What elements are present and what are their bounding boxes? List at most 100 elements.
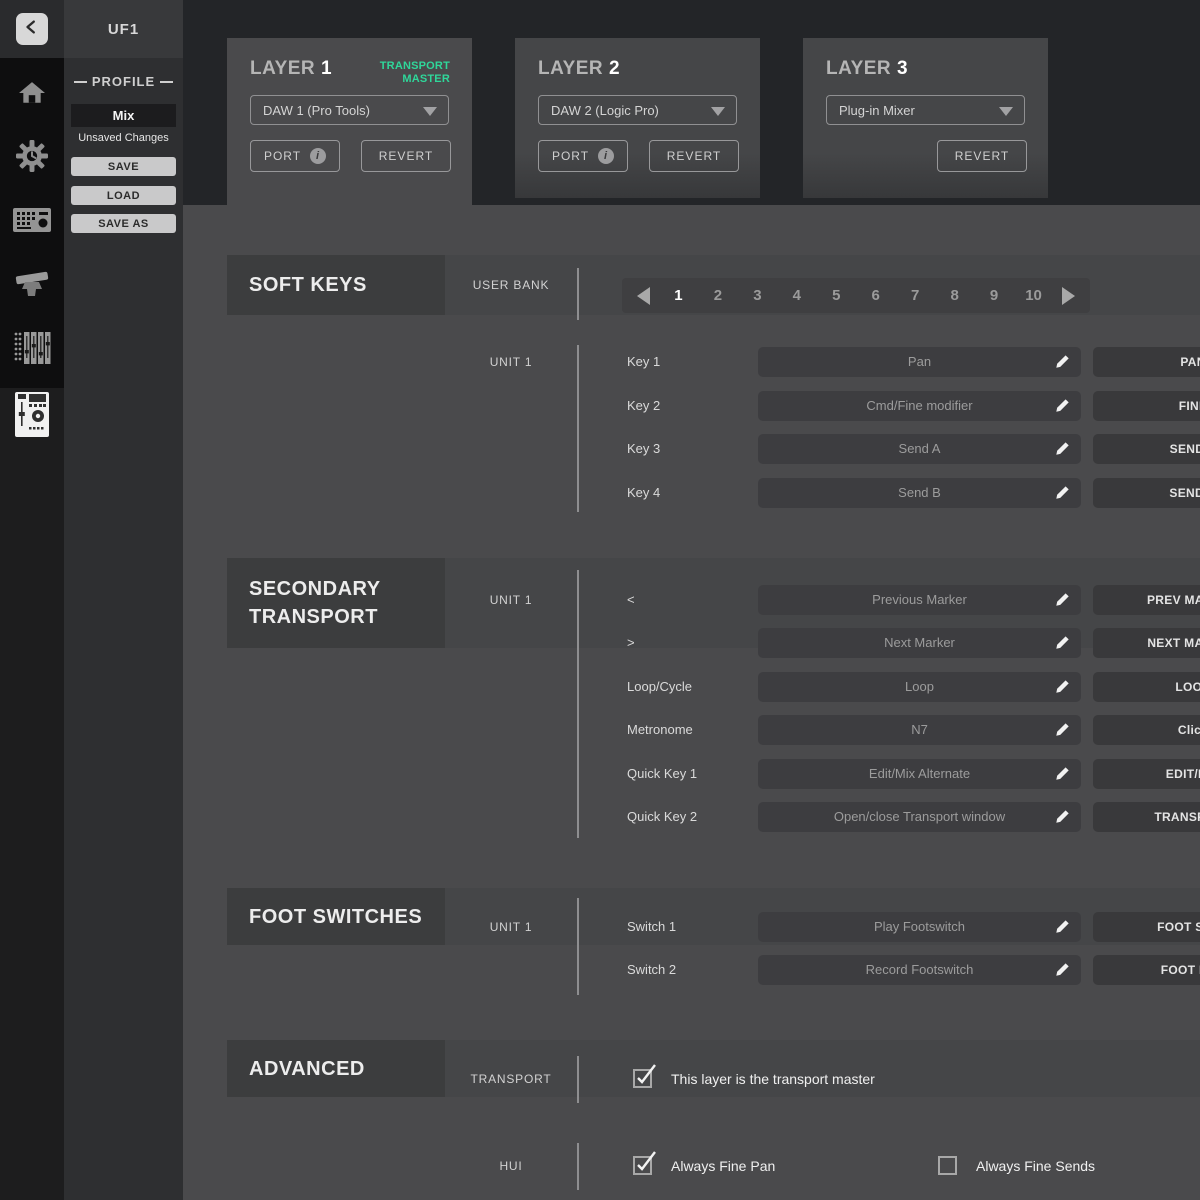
switch-1-value: Play Footswitch <box>758 912 1081 942</box>
sidebar-item-settings[interactable] <box>0 132 64 184</box>
key-label: Key 2 <box>627 391 660 421</box>
divider <box>577 570 579 838</box>
quick-key-1-value: Edit/Mix Alternate <box>758 759 1081 789</box>
bank-next-icon[interactable] <box>1062 287 1075 305</box>
edit-pencil-icon[interactable] <box>1055 592 1070 612</box>
profile-name-box[interactable]: Mix <box>71 104 176 127</box>
metronome-field[interactable]: N7 <box>758 715 1081 745</box>
layer-3-tab[interactable]: LAYER 3 Plug-in Mixer REVERT <box>803 38 1048 198</box>
switch-2-field[interactable]: Record Footswitch <box>758 955 1081 985</box>
bank-page-3[interactable]: 3 <box>746 287 768 304</box>
heading-dash-right <box>160 81 173 83</box>
key-4-display-label: SEND B <box>1093 478 1200 508</box>
edit-pencil-icon[interactable] <box>1055 354 1070 374</box>
always-fine-pan-checkbox[interactable] <box>633 1156 652 1175</box>
key-1-value: Pan <box>758 347 1081 377</box>
chevron-left-icon <box>23 18 41 41</box>
transport-master-checkbox[interactable] <box>633 1069 652 1088</box>
key-label: Key 4 <box>627 478 660 508</box>
edit-pencil-icon[interactable] <box>1055 635 1070 655</box>
key-3-assignment-field[interactable]: Send A <box>758 434 1081 464</box>
sidebar-item-uf1-selected[interactable] <box>15 392 49 437</box>
dropdown-caret-icon <box>999 107 1013 116</box>
switch-2-value: Record Footswitch <box>758 955 1081 985</box>
layer-2-tab[interactable]: LAYER 2 DAW 2 (Logic Pro) PORT i REVERT <box>515 38 760 198</box>
next-marker-field[interactable]: Next Marker <box>758 628 1081 658</box>
quick-key-1-display: EDIT/MIX <box>1093 759 1200 789</box>
key-label: Key 3 <box>627 434 660 464</box>
bank-page-6[interactable]: 6 <box>865 287 887 304</box>
back-button[interactable] <box>16 13 48 45</box>
info-icon[interactable]: i <box>310 148 326 164</box>
edit-pencil-icon[interactable] <box>1055 962 1070 982</box>
section-header-advanced: ADVANCED <box>227 1040 445 1097</box>
bank-page-7[interactable]: 7 <box>904 287 926 304</box>
save-as-button[interactable]: SAVE AS <box>71 214 176 233</box>
checkmark-icon <box>633 1063 659 1089</box>
layer-1-title: LAYER 1 <box>250 58 332 80</box>
foot-switches-unit-label: UNIT 1 <box>445 912 577 942</box>
layer-1-port-button[interactable]: PORT i <box>250 140 340 172</box>
prev-marker-value: Previous Marker <box>758 585 1081 615</box>
bank-page-1[interactable]: 1 <box>667 287 689 304</box>
always-fine-sends-checkbox[interactable] <box>938 1156 957 1175</box>
prev-marker-field[interactable]: Previous Marker <box>758 585 1081 615</box>
loop-cycle-display: LOOP <box>1093 672 1200 702</box>
layer-3-daw-select[interactable]: Plug-in Mixer <box>826 95 1025 125</box>
sidebar-item-home[interactable] <box>0 69 64 121</box>
load-button[interactable]: LOAD <box>71 186 176 205</box>
layer-1-revert-button[interactable]: REVERT <box>361 140 451 172</box>
save-button[interactable]: SAVE <box>71 157 176 176</box>
edit-pencil-icon[interactable] <box>1055 766 1070 786</box>
port-button-label: PORT <box>552 149 589 163</box>
next-marker-display: NEXT MARKER <box>1093 628 1200 658</box>
edit-pencil-icon[interactable] <box>1055 722 1070 742</box>
transport-row-label: Metronome <box>627 715 693 745</box>
layer-2-title: LAYER 2 <box>538 58 620 80</box>
layer-2-daw-select[interactable]: DAW 2 (Logic Pro) <box>538 95 737 125</box>
loop-cycle-field[interactable]: Loop <box>758 672 1081 702</box>
divider <box>577 898 579 995</box>
quick-key-1-field[interactable]: Edit/Mix Alternate <box>758 759 1081 789</box>
sidebar-item-fader[interactable] <box>0 260 64 312</box>
gear-icon <box>16 140 48 177</box>
edit-pencil-icon[interactable] <box>1055 441 1070 461</box>
section-header-soft-keys: SOFT KEYS <box>227 255 445 315</box>
layer-1-daw-select[interactable]: DAW 1 (Pro Tools) <box>250 95 449 125</box>
bank-page-5[interactable]: 5 <box>825 287 847 304</box>
uf1-controller-icon <box>17 392 47 438</box>
advanced-hui-label: HUI <box>445 1151 577 1181</box>
sidebar-item-console[interactable] <box>0 196 64 248</box>
info-icon[interactable]: i <box>598 148 614 164</box>
bank-page-4[interactable]: 4 <box>786 287 808 304</box>
bank-page-10[interactable]: 10 <box>1023 287 1045 304</box>
key-1-assignment-field[interactable]: Pan <box>758 347 1081 377</box>
edit-pencil-icon[interactable] <box>1055 398 1070 418</box>
edit-pencil-icon[interactable] <box>1055 485 1070 505</box>
edit-pencil-icon[interactable] <box>1055 679 1070 699</box>
sidebar-item-rack[interactable] <box>0 324 64 376</box>
quick-key-2-field[interactable]: Open/close Transport window <box>758 802 1081 832</box>
layer-3-revert-button[interactable]: REVERT <box>937 140 1027 172</box>
profile-panel <box>64 0 183 1200</box>
metronome-value: N7 <box>758 715 1081 745</box>
key-1-display-label: PAN <box>1093 347 1200 377</box>
layer-1-tab[interactable]: LAYER 1 TRANSPORT MASTER DAW 1 (Pro Tool… <box>227 38 472 205</box>
transport-row-label: > <box>627 628 635 658</box>
bank-page-2[interactable]: 2 <box>707 287 729 304</box>
divider <box>577 1143 579 1190</box>
switch-1-display: FOOT STOP <box>1093 912 1200 942</box>
layer-2-port-button[interactable]: PORT i <box>538 140 628 172</box>
edit-pencil-icon[interactable] <box>1055 919 1070 939</box>
transport-row-label: Quick Key 2 <box>627 802 697 832</box>
edit-pencil-icon[interactable] <box>1055 809 1070 829</box>
always-fine-sends-label: Always Fine Sends <box>976 1156 1095 1176</box>
key-4-assignment-field[interactable]: Send B <box>758 478 1081 508</box>
switch-1-field[interactable]: Play Footswitch <box>758 912 1081 942</box>
bank-page-8[interactable]: 8 <box>944 287 966 304</box>
bank-prev-icon[interactable] <box>637 287 650 305</box>
bank-page-9[interactable]: 9 <box>983 287 1005 304</box>
key-2-assignment-field[interactable]: Cmd/Fine modifier <box>758 391 1081 421</box>
key-3-value: Send A <box>758 434 1081 464</box>
layer-2-revert-button[interactable]: REVERT <box>649 140 739 172</box>
